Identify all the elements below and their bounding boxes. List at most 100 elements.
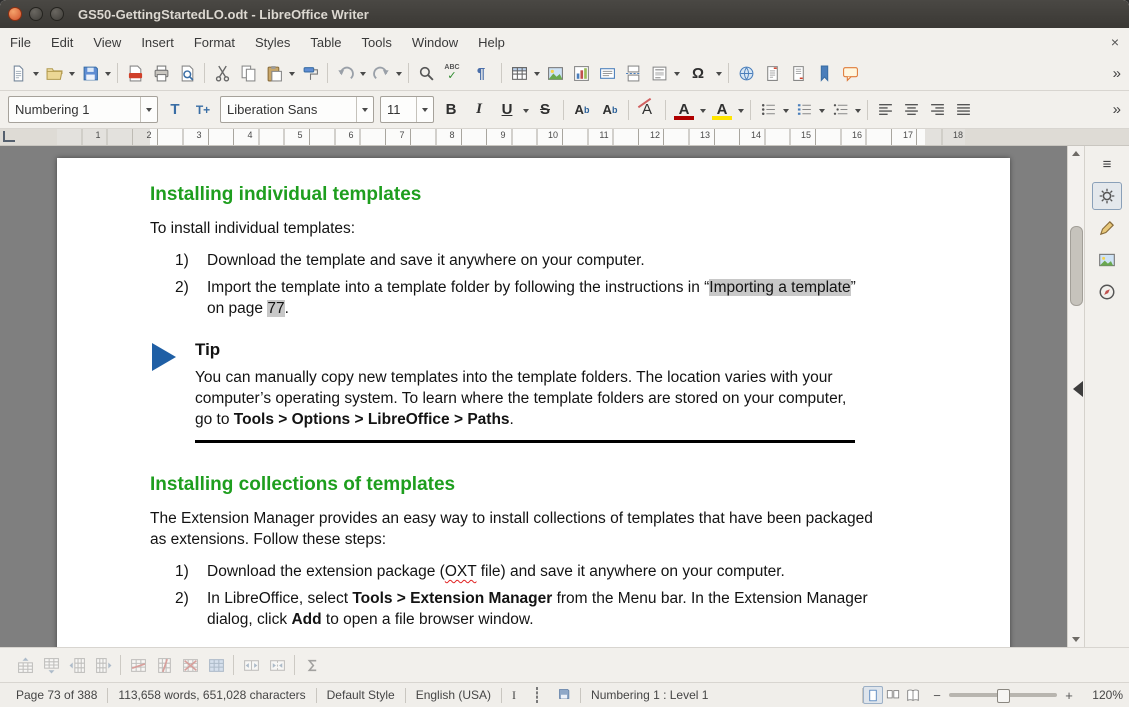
highlight-color-button[interactable]: A bbox=[708, 97, 736, 123]
bullet-list-dropdown[interactable] bbox=[781, 97, 791, 123]
menu-view[interactable]: View bbox=[83, 30, 131, 55]
misspelled-word[interactable]: OXT bbox=[445, 563, 477, 580]
undo-dropdown[interactable] bbox=[358, 60, 368, 86]
redo-dropdown[interactable] bbox=[394, 60, 404, 86]
font-size-combobox[interactable]: 11 bbox=[380, 96, 434, 123]
list-text[interactable]: Download the extension package (OXT file… bbox=[207, 561, 897, 582]
cross-reference-field[interactable]: Importing a template bbox=[709, 279, 850, 296]
numbered-list-dropdown[interactable] bbox=[817, 97, 827, 123]
document-page[interactable]: Installing individual templates To insta… bbox=[57, 158, 1010, 647]
intro-paragraph-1[interactable]: To install individual templates: bbox=[150, 218, 950, 239]
menu-styles[interactable]: Styles bbox=[245, 30, 300, 55]
underline-dropdown[interactable] bbox=[521, 97, 531, 123]
font-color-dropdown[interactable] bbox=[698, 97, 708, 123]
numbered-list-icon[interactable] bbox=[791, 97, 817, 123]
insert-hyperlink-icon[interactable] bbox=[733, 60, 759, 86]
italic-button[interactable]: I bbox=[465, 97, 493, 123]
selection-mode-icon[interactable] bbox=[526, 688, 548, 702]
font-size-dropdown[interactable] bbox=[416, 97, 433, 122]
open-file-dropdown[interactable] bbox=[67, 60, 77, 86]
sidebar-collapse-handle[interactable] bbox=[1073, 381, 1083, 397]
align-center-icon[interactable] bbox=[898, 97, 924, 123]
tip-text[interactable]: You can manually copy new templates into… bbox=[195, 367, 855, 430]
insert-column-left-icon[interactable] bbox=[64, 652, 90, 678]
multi-page-view-icon[interactable] bbox=[883, 686, 903, 704]
titlebar[interactable]: GS50-GettingStartedLO.odt - LibreOffice … bbox=[0, 0, 1129, 28]
new-document-icon[interactable] bbox=[5, 60, 31, 86]
intro-paragraph-2[interactable]: The Extension Manager provides an easy w… bbox=[150, 508, 875, 550]
delete-table-icon[interactable] bbox=[177, 652, 203, 678]
export-pdf-icon[interactable] bbox=[122, 60, 148, 86]
paragraph-style-dropdown[interactable] bbox=[140, 97, 157, 122]
font-color-button[interactable]: A bbox=[670, 97, 698, 123]
save-dropdown[interactable] bbox=[103, 60, 113, 86]
word-count[interactable]: 113,658 words, 651,028 characters bbox=[108, 688, 315, 702]
menu-edit[interactable]: Edit bbox=[41, 30, 83, 55]
window-maximize-button[interactable] bbox=[50, 7, 64, 21]
delete-column-icon[interactable] bbox=[151, 652, 177, 678]
page-style[interactable]: Default Style bbox=[317, 688, 405, 702]
insert-row-above-icon[interactable] bbox=[12, 652, 38, 678]
window-close-button[interactable] bbox=[8, 7, 22, 21]
special-character-dropdown[interactable] bbox=[714, 60, 724, 86]
menu-tools[interactable]: Tools bbox=[351, 30, 401, 55]
outline-list-dropdown[interactable] bbox=[853, 97, 863, 123]
underline-button[interactable]: U bbox=[493, 97, 521, 123]
clone-formatting-icon[interactable] bbox=[297, 60, 323, 86]
document-modified-icon[interactable] bbox=[548, 688, 580, 703]
sidebar-gallery-icon[interactable] bbox=[1092, 246, 1122, 274]
font-name-dropdown[interactable] bbox=[356, 97, 373, 122]
outline-level-indicator[interactable]: Numbering 1 : Level 1 bbox=[581, 688, 718, 702]
spelling-icon[interactable]: ABC ✓ bbox=[439, 60, 465, 86]
sum-icon[interactable] bbox=[299, 652, 325, 678]
insert-page-break-icon[interactable] bbox=[620, 60, 646, 86]
document-content[interactable]: Installing individual templates To insta… bbox=[57, 158, 950, 630]
insert-table-dropdown[interactable] bbox=[532, 60, 542, 86]
delete-row-icon[interactable] bbox=[125, 652, 151, 678]
insert-image-icon[interactable] bbox=[542, 60, 568, 86]
find-replace-icon[interactable] bbox=[413, 60, 439, 86]
insert-comment-icon[interactable] bbox=[837, 60, 863, 86]
menu-help[interactable]: Help bbox=[468, 30, 515, 55]
subscript-button[interactable]: Ab bbox=[596, 97, 624, 123]
text-language[interactable]: English (USA) bbox=[406, 688, 501, 702]
align-left-icon[interactable] bbox=[872, 97, 898, 123]
list-text[interactable]: Download the template and save it anywhe… bbox=[207, 250, 867, 271]
list-text[interactable]: In LibreOffice, select Tools > Extension… bbox=[207, 588, 897, 630]
print-preview-icon[interactable] bbox=[174, 60, 200, 86]
single-page-view-icon[interactable] bbox=[863, 686, 883, 704]
bold-button[interactable]: B bbox=[437, 97, 465, 123]
strikethrough-button[interactable]: S bbox=[531, 97, 559, 123]
select-table-icon[interactable] bbox=[203, 652, 229, 678]
formatting-toolbar-overflow-button[interactable]: » bbox=[1110, 101, 1124, 118]
document-canvas[interactable]: Installing individual templates To insta… bbox=[0, 146, 1067, 647]
menu-format[interactable]: Format bbox=[184, 30, 245, 55]
font-name-value[interactable]: Liberation Sans bbox=[221, 102, 356, 117]
paragraph-style-value[interactable]: Numbering 1 bbox=[9, 102, 140, 117]
insert-chart-icon[interactable] bbox=[568, 60, 594, 86]
superscript-button[interactable]: Ab bbox=[568, 97, 596, 123]
tip-note[interactable]: Tip You can manually copy new templates … bbox=[152, 339, 950, 443]
special-character-icon[interactable]: Ω bbox=[682, 60, 714, 86]
sidebar-settings-icon[interactable]: ≡ bbox=[1092, 150, 1122, 178]
book-view-icon[interactable] bbox=[903, 686, 923, 704]
paste-icon[interactable] bbox=[261, 60, 287, 86]
document-close-button[interactable]: × bbox=[1111, 34, 1119, 50]
insert-text-box-icon[interactable] bbox=[594, 60, 620, 86]
sidebar-properties-icon[interactable] bbox=[1092, 182, 1122, 210]
font-size-value[interactable]: 11 bbox=[381, 102, 416, 117]
sidebar-navigator-icon[interactable] bbox=[1092, 278, 1122, 306]
menu-window[interactable]: Window bbox=[402, 30, 468, 55]
tab-stop-selector-icon[interactable] bbox=[3, 131, 15, 142]
sidebar-styles-icon[interactable] bbox=[1092, 214, 1122, 242]
zoom-in-button[interactable]: + bbox=[1063, 688, 1075, 703]
scrollbar-thumb[interactable] bbox=[1070, 226, 1083, 306]
update-style-icon[interactable]: T bbox=[161, 97, 189, 123]
insert-table-icon[interactable] bbox=[506, 60, 532, 86]
redo-icon[interactable] bbox=[368, 60, 394, 86]
list-text[interactable]: Import the template into a template fold… bbox=[207, 277, 867, 319]
open-file-icon[interactable] bbox=[41, 60, 67, 86]
insert-footnote-icon[interactable] bbox=[759, 60, 785, 86]
horizontal-ruler[interactable]: 1 2 3 4 5 6 7 8 9 10 11 12 13 14 15 16 1… bbox=[0, 129, 1129, 146]
zoom-slider-handle[interactable] bbox=[997, 689, 1010, 703]
